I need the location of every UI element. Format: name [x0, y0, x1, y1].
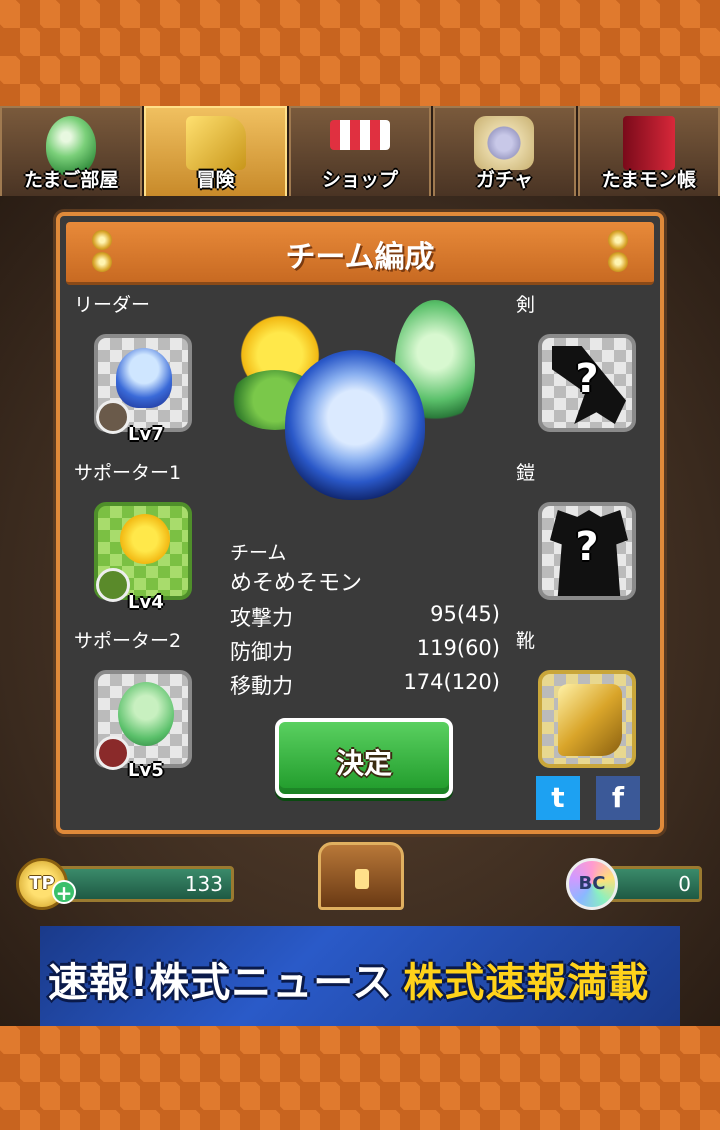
unknown-mark: ? — [575, 524, 599, 570]
stat-movement: 移動力 174(120) — [230, 670, 500, 700]
armor-label: 鎧 — [516, 462, 536, 484]
team-name: めそめそモン — [230, 571, 363, 596]
ad-text: 速報!株式ニュース 株式速報満載 — [48, 950, 649, 1008]
team-label: チーム — [230, 542, 287, 564]
monster-portrait — [118, 682, 174, 746]
tab-label: たまモン帳 — [601, 169, 697, 191]
stat-name: 攻撃力 — [230, 606, 293, 630]
treasure-chest-icon[interactable] — [318, 842, 404, 910]
tab-label: 冒険 — [196, 169, 235, 191]
team-artwork — [225, 300, 485, 530]
tab-shop[interactable]: ショップ — [288, 106, 432, 196]
sword-icon — [96, 736, 130, 770]
supporter2-label: サポーター2 — [74, 630, 182, 652]
bottom-decorative-pattern — [0, 1026, 720, 1130]
main-tab-bar: たまご部屋 冒険 ショップ ガチャ たまモン帳 — [0, 106, 720, 196]
ad-text-yellow: 株式速報満載 — [403, 960, 650, 1006]
decide-button-label: 決定 — [335, 747, 392, 780]
leader-label: リーダー — [74, 294, 151, 316]
gacha-scroll-icon — [474, 116, 535, 170]
leader-level: Lv7 — [128, 424, 164, 445]
stat-name: 防御力 — [230, 640, 293, 664]
unknown-mark: ? — [575, 356, 599, 402]
stat-value: 95(45) — [430, 602, 500, 626]
golden-boot-icon — [558, 684, 622, 756]
tab-adventure[interactable]: 冒険 — [144, 106, 287, 196]
bc-coin-icon: BC — [566, 858, 618, 910]
stat-value: 119(60) — [416, 636, 500, 660]
top-decorative-pattern — [0, 0, 720, 106]
tab-egg-room[interactable]: たまご部屋 — [0, 106, 143, 196]
ad-banner[interactable]: 速報!株式ニュース 株式速報満載 — [40, 926, 680, 1026]
tab-gacha[interactable]: ガチャ — [433, 106, 576, 196]
sword-label: 剣 — [516, 294, 536, 316]
supporter2-level: Lv5 — [128, 760, 164, 781]
shield-icon — [96, 400, 130, 434]
ad-text-white: 速報!株式ニュース — [48, 960, 394, 1006]
leader-slot[interactable]: Lv7 — [94, 334, 192, 445]
tab-tamamon-book[interactable]: たまモン帳 — [577, 106, 720, 196]
panel-title: チーム編成 — [285, 240, 435, 275]
armor-slot[interactable]: ? — [538, 502, 636, 600]
stat-value: 174(120) — [403, 670, 500, 694]
boot-icon — [96, 568, 130, 602]
decide-button[interactable]: 決定 — [275, 718, 453, 798]
sword-slot[interactable]: ? — [538, 334, 636, 432]
supporter1-level: Lv4 — [128, 592, 164, 613]
tab-label: たまご部屋 — [23, 169, 119, 191]
shop-icon — [330, 120, 391, 150]
stat-name: 移動力 — [230, 674, 293, 698]
boots-icon — [185, 116, 246, 170]
supporter1-label: サポーター1 — [74, 462, 182, 484]
tp-value: 133 — [184, 872, 223, 896]
boots-slot[interactable] — [538, 670, 636, 768]
monster-portrait — [116, 348, 172, 408]
tab-label: ショップ — [322, 169, 399, 191]
stat-defense: 防御力 119(60) — [230, 636, 500, 666]
panel-header: チーム編成 — [66, 222, 654, 285]
tp-bar: 133 — [54, 866, 234, 902]
book-icon — [622, 116, 675, 170]
twitter-share-icon[interactable]: t — [536, 776, 580, 820]
supporter2-slot[interactable]: Lv5 — [94, 670, 192, 781]
bc-value: 0 — [678, 872, 691, 896]
blue-egg-monster — [285, 350, 425, 500]
tp-add-button[interactable]: + — [52, 880, 76, 904]
stat-attack: 攻撃力 95(45) — [230, 602, 500, 632]
tab-label: ガチャ — [476, 169, 533, 191]
ornament-icon — [604, 230, 632, 274]
supporter1-slot[interactable]: Lv4 — [94, 502, 192, 613]
monster-portrait — [120, 514, 170, 564]
boots-label: 靴 — [516, 630, 536, 652]
facebook-share-icon[interactable]: f — [596, 776, 640, 820]
